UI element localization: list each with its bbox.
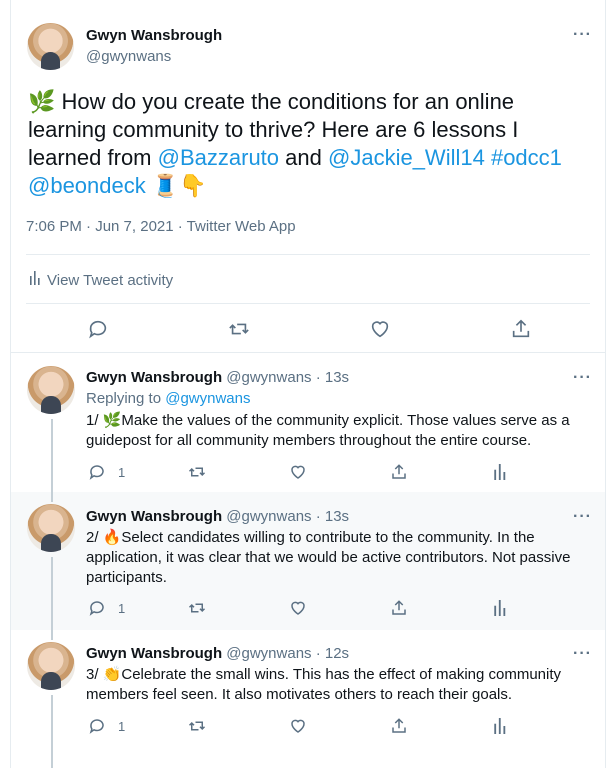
replying-to: Replying to @gwynwans xyxy=(86,389,591,409)
retweet-icon[interactable] xyxy=(188,717,206,735)
analytics-icon[interactable] xyxy=(493,464,507,480)
author-handle[interactable]: @gwynwans xyxy=(86,48,171,65)
hashtag-link[interactable]: #odcc1 xyxy=(491,145,562,170)
like-icon[interactable] xyxy=(369,318,391,340)
thread-connector xyxy=(51,419,53,492)
retweet-icon[interactable] xyxy=(188,463,206,481)
reply-tweet[interactable]: Gwyn Wansbrough @gwynwans · 13s ··· Repl… xyxy=(11,353,605,492)
author-handle[interactable]: @gwynwans · 13s xyxy=(226,508,349,525)
avatar[interactable] xyxy=(27,504,75,552)
herb-emoji: 🌿 xyxy=(28,89,56,114)
more-options-icon[interactable]: ··· xyxy=(573,645,592,663)
thread-number: 2/ xyxy=(86,529,99,546)
reply-count: 1 xyxy=(118,464,126,480)
reply-icon[interactable]: 1 xyxy=(88,717,125,735)
view-activity-label[interactable]: View Tweet activity xyxy=(47,272,173,289)
share-icon[interactable] xyxy=(390,599,408,617)
thread-connector xyxy=(51,695,53,768)
analytics-icon[interactable] xyxy=(493,600,507,616)
reply-text-body: Make the values of the community explici… xyxy=(86,412,570,449)
reply-icon[interactable] xyxy=(87,318,109,340)
author-handle[interactable]: @gwynwans · 13s xyxy=(226,369,349,386)
divider xyxy=(26,303,590,304)
like-icon[interactable] xyxy=(289,717,307,735)
avatar[interactable] xyxy=(27,366,75,414)
reply-text: 3/ 👏Celebrate the small wins. This has t… xyxy=(86,665,591,705)
reply-header: Gwyn Wansbrough @gwynwans · 13s xyxy=(86,369,349,386)
reply-tweet[interactable]: Gwyn Wansbrough @gwynwans · 13s ··· 2/ 🔥… xyxy=(11,492,605,630)
mention-link[interactable]: @Bazzaruto xyxy=(158,145,279,170)
reply-text-body: Select candidates willing to contribute … xyxy=(86,529,571,586)
thread-connector xyxy=(51,557,53,630)
reply-text: 1/ 🌿Make the values of the community exp… xyxy=(86,411,591,451)
avatar[interactable] xyxy=(27,23,74,70)
reply-icon[interactable]: 1 xyxy=(88,599,125,617)
avatar[interactable] xyxy=(27,642,75,690)
replying-to-label: Replying to xyxy=(86,390,162,407)
retweet-icon[interactable] xyxy=(188,599,206,617)
thread-number: 3/ xyxy=(86,666,99,683)
reply-icon[interactable]: 1 xyxy=(88,463,125,481)
fire-emoji: 🔥 xyxy=(102,529,122,546)
author-name[interactable]: Gwyn Wansbrough xyxy=(86,27,222,44)
more-options-icon[interactable]: ··· xyxy=(573,26,592,44)
thread-number: 1/ xyxy=(86,412,99,429)
reply-text-body: Celebrate the small wins. This has the e… xyxy=(86,666,562,703)
share-icon[interactable] xyxy=(390,463,408,481)
view-activity-link[interactable]: View Tweet activity xyxy=(29,271,173,289)
tweet-timestamp[interactable]: 7:06 PM · Jun 7, 2021 · Twitter Web App xyxy=(26,218,296,235)
clapping-emoji: 👏 xyxy=(102,666,122,683)
herb-emoji: 🌿 xyxy=(102,412,122,429)
thread-pointing-emoji: 🧵👇 xyxy=(151,173,207,198)
more-options-icon[interactable]: ··· xyxy=(573,508,592,526)
share-icon[interactable] xyxy=(510,318,532,340)
analytics-icon xyxy=(29,271,41,289)
conjunction-text: and xyxy=(285,145,322,170)
divider xyxy=(26,254,590,255)
mention-link[interactable]: @gwynwans xyxy=(165,390,250,407)
like-icon[interactable] xyxy=(289,463,307,481)
reply-text: 2/ 🔥Select candidates willing to contrib… xyxy=(86,528,591,588)
thread-connector xyxy=(51,630,53,640)
more-options-icon[interactable]: ··· xyxy=(573,369,592,387)
thread-connector xyxy=(51,492,53,502)
tweet-text: 🌿 How do you create the conditions for a… xyxy=(28,88,588,200)
reply-header: Gwyn Wansbrough @gwynwans · 12s xyxy=(86,645,349,662)
author-name[interactable]: Gwyn Wansbrough xyxy=(86,645,222,662)
reply-count: 1 xyxy=(118,718,126,734)
reply-header: Gwyn Wansbrough @gwynwans · 13s xyxy=(86,508,349,525)
retweet-icon[interactable] xyxy=(228,318,250,340)
analytics-icon[interactable] xyxy=(493,718,507,734)
tweet-thread: Gwyn Wansbrough @gwynwans ··· 🌿 How do y… xyxy=(10,0,606,768)
reply-count: 1 xyxy=(118,600,126,616)
mention-link[interactable]: @beondeck xyxy=(28,173,146,198)
author-name[interactable]: Gwyn Wansbrough xyxy=(86,508,222,525)
share-icon[interactable] xyxy=(390,717,408,735)
reply-tweet[interactable]: Gwyn Wansbrough @gwynwans · 12s ··· 3/ 👏… xyxy=(11,630,605,768)
like-icon[interactable] xyxy=(289,599,307,617)
mention-link[interactable]: @Jackie_Will14 xyxy=(328,145,485,170)
author-name[interactable]: Gwyn Wansbrough xyxy=(86,369,222,386)
author-handle[interactable]: @gwynwans · 12s xyxy=(226,645,349,662)
